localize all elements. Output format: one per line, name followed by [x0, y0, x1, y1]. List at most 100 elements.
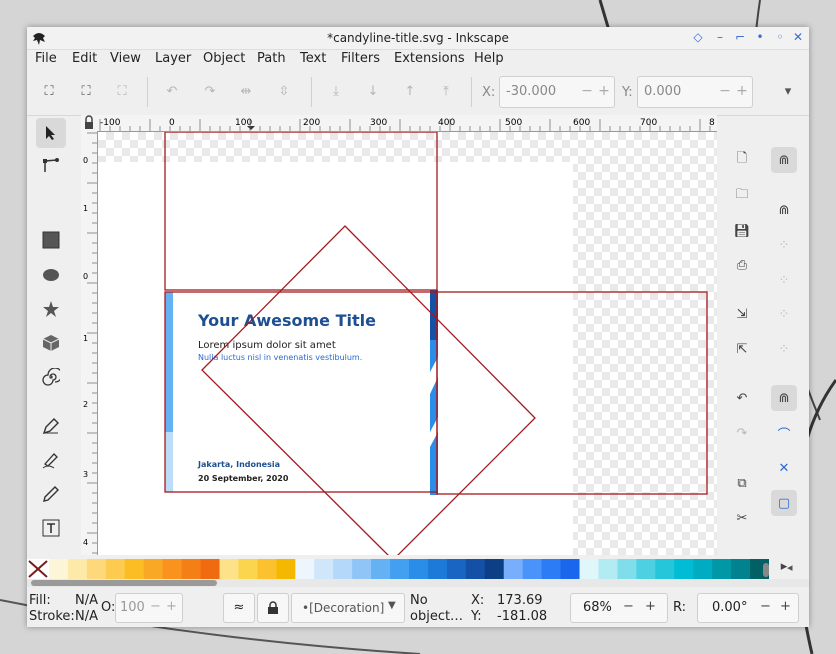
- spiral-tool[interactable]: [36, 362, 66, 392]
- palette-swatch[interactable]: [352, 559, 372, 579]
- palette-swatch[interactable]: [541, 559, 562, 579]
- box3d-tool[interactable]: [36, 328, 66, 358]
- palette-swatch[interactable]: [674, 559, 694, 579]
- palette-swatch[interactable]: [484, 559, 505, 579]
- rotation-increment[interactable]: +: [780, 599, 791, 614]
- menu-object[interactable]: Object: [203, 51, 245, 66]
- palette-swatch[interactable]: [371, 559, 391, 579]
- palette-swatch[interactable]: [219, 559, 239, 579]
- menu-help[interactable]: Help: [474, 51, 504, 66]
- toggle-visibility-button[interactable]: ≈: [223, 593, 255, 623]
- x-input[interactable]: -30.000 − +: [499, 76, 615, 108]
- keep-above-icon[interactable]: ◇: [691, 30, 705, 44]
- palette-swatch[interactable]: [257, 559, 277, 579]
- raise-icon[interactable]: ↑: [401, 83, 419, 101]
- export-icon[interactable]: ⇱: [729, 336, 755, 362]
- x-increment[interactable]: +: [597, 83, 611, 99]
- palette-swatch[interactable]: [276, 559, 296, 579]
- palette-swatch[interactable]: [162, 559, 183, 579]
- palette-swatch[interactable]: [522, 559, 543, 579]
- opacity-increment[interactable]: +: [166, 599, 177, 614]
- calligraphy-tool[interactable]: [36, 445, 66, 475]
- overflow-menu-icon[interactable]: ▾: [779, 83, 797, 101]
- cut-icon[interactable]: ✂: [729, 505, 755, 531]
- palette-swatch[interactable]: [598, 559, 618, 579]
- zoom-out-button[interactable]: −: [623, 599, 634, 614]
- close-icon[interactable]: ✕: [791, 30, 805, 44]
- palette-swatch[interactable]: [465, 559, 486, 579]
- palette-swatch[interactable]: [314, 559, 334, 579]
- palette-swatch[interactable]: [49, 559, 69, 579]
- palette-swatch[interactable]: [390, 559, 410, 579]
- print-icon[interactable]: ⎙: [729, 252, 755, 278]
- snap-bbox-icon[interactable]: ⋒: [771, 197, 797, 223]
- save-icon[interactable]: 💾︎: [729, 218, 755, 244]
- palette-swatch[interactable]: [693, 559, 713, 579]
- menu-icon[interactable]: ◦: [773, 30, 787, 44]
- lock-guides-icon[interactable]: [81, 115, 97, 131]
- snap-nodes-icon[interactable]: ⋒: [771, 385, 797, 411]
- copy-icon[interactable]: ⧉: [729, 470, 755, 496]
- rotation-decrement[interactable]: −: [760, 599, 771, 614]
- horizontal-scrollbar[interactable]: [27, 579, 809, 587]
- palette-swatch[interactable]: [427, 559, 448, 579]
- redo-icon[interactable]: ↷: [729, 420, 755, 446]
- node-tool[interactable]: [36, 151, 66, 181]
- palette-swatch[interactable]: [143, 559, 164, 579]
- menu-path[interactable]: Path: [257, 51, 286, 66]
- y-increment[interactable]: +: [735, 83, 749, 99]
- select-all-layers-icon[interactable]: ⛶: [77, 83, 95, 101]
- palette-swatch[interactable]: [503, 559, 524, 579]
- rotate-cw-icon[interactable]: ↷: [201, 83, 219, 101]
- star-tool[interactable]: [36, 294, 66, 324]
- opacity-decrement[interactable]: −: [150, 599, 161, 614]
- palette-swatch[interactable]: [124, 559, 145, 579]
- pencil-tool[interactable]: [36, 479, 66, 509]
- minimize-icon[interactable]: –: [713, 30, 727, 44]
- rotation-input[interactable]: 0.00° − +: [697, 593, 799, 623]
- palette-swatch[interactable]: [295, 559, 315, 579]
- scrollbar-thumb[interactable]: [31, 580, 217, 586]
- lower-icon[interactable]: ↓: [364, 83, 382, 101]
- zoom-input[interactable]: 68% − +: [570, 593, 668, 623]
- lock-layer-button[interactable]: [257, 593, 289, 623]
- select-all-icon[interactable]: ⛶: [40, 83, 58, 101]
- raise-to-top-icon[interactable]: ⤒: [437, 83, 455, 101]
- snap-bbox-center-icon[interactable]: ⁘: [771, 336, 797, 362]
- snap-page-icon[interactable]: ▢: [771, 490, 797, 516]
- undo-icon[interactable]: ↶: [729, 385, 755, 411]
- selector-tool[interactable]: [36, 118, 66, 148]
- palette-swatch[interactable]: [636, 559, 656, 579]
- palette-swatch[interactable]: [86, 559, 107, 579]
- menu-filters[interactable]: Filters: [341, 51, 380, 66]
- menu-layer[interactable]: Layer: [155, 51, 191, 66]
- ellipse-tool[interactable]: [36, 260, 66, 290]
- palette-swatch[interactable]: [446, 559, 467, 579]
- snap-toggle-icon[interactable]: ⋒: [771, 147, 797, 173]
- lower-to-bottom-icon[interactable]: ⤓: [327, 83, 345, 101]
- palette-swatch[interactable]: [579, 559, 599, 579]
- palette-scroll-handle[interactable]: [763, 563, 769, 577]
- fill-value[interactable]: N/A: [75, 593, 98, 608]
- shade-icon[interactable]: •: [753, 30, 767, 44]
- snap-intersection-icon[interactable]: ✕: [771, 455, 797, 481]
- palette-swatch[interactable]: [617, 559, 637, 579]
- palette-swatch[interactable]: [181, 559, 202, 579]
- zoom-in-button[interactable]: +: [645, 599, 656, 614]
- palette-swatch[interactable]: [67, 559, 88, 579]
- import-icon[interactable]: ⇲: [729, 301, 755, 327]
- rectangle-tool[interactable]: [36, 225, 66, 255]
- palette-menu-icon[interactable]: ◂: [787, 561, 793, 574]
- palette-swatches[interactable]: [49, 559, 769, 579]
- open-icon[interactable]: 🗀: [729, 183, 755, 209]
- palette-swatch[interactable]: [105, 559, 126, 579]
- palette-swatch[interactable]: [409, 559, 429, 579]
- palette-swatch[interactable]: [712, 559, 732, 579]
- menu-view[interactable]: View: [110, 51, 141, 66]
- palette-swatch[interactable]: [333, 559, 353, 579]
- maximize-icon[interactable]: ⌐: [733, 30, 747, 44]
- doc-date[interactable]: 20 September, 2020: [198, 474, 289, 483]
- y-input[interactable]: 0.000 − +: [637, 76, 753, 108]
- doc-location[interactable]: Jakarta, Indonesia: [197, 460, 280, 469]
- rotate-ccw-icon[interactable]: ↶: [163, 83, 181, 101]
